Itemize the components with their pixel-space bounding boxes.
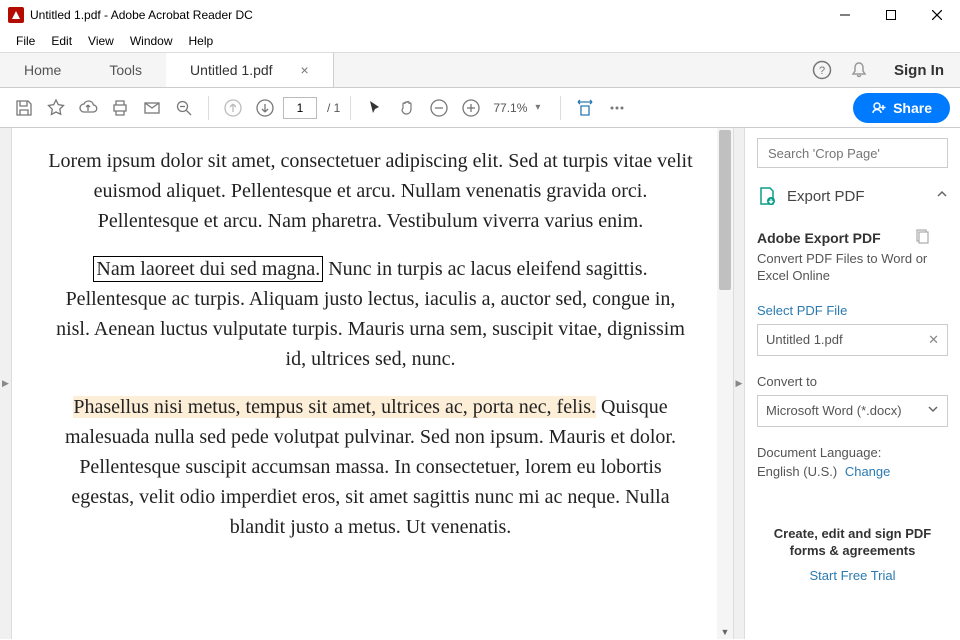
save-icon[interactable] [10,94,38,122]
start-trial-link[interactable]: Start Free Trial [757,568,948,583]
print-icon[interactable] [106,94,134,122]
paragraph-3: Phasellus nisi metus, tempus sit amet, u… [48,392,693,542]
text-box-annotation[interactable]: Nam laoreet dui sed magna. [93,256,323,282]
zoom-out-icon[interactable] [425,94,453,122]
menu-help[interactable]: Help [181,32,222,50]
main-area: ▶ Lorem ipsum dolor sit amet, consectetu… [0,128,960,639]
minimize-button[interactable] [822,0,868,30]
export-pdf-icon [757,186,777,206]
convert-target-value: Microsoft Word (*.docx) [766,403,902,418]
star-icon[interactable] [42,94,70,122]
tab-bar: Home Tools Untitled 1.pdf × ? Sign In [0,52,960,88]
export-pdf-section-header[interactable]: Export PDF [757,186,948,206]
sign-in-button[interactable]: Sign In [886,62,952,79]
title-bar: Untitled 1.pdf - Adobe Acrobat Reader DC [0,0,960,30]
paragraph-2: Nam laoreet dui sed magna. Nunc in turpi… [48,254,693,374]
share-label: Share [893,100,932,116]
hand-tool-icon[interactable] [393,94,421,122]
zoom-in-icon[interactable] [457,94,485,122]
scroll-down-icon[interactable]: ▼ [717,625,733,639]
maximize-button[interactable] [868,0,914,30]
tools-search-input[interactable] [757,138,948,168]
tab-document-label: Untitled 1.pdf [190,62,273,78]
promo-section: Create, edit and sign PDF forms & agreem… [757,525,948,583]
convert-target-dropdown[interactable]: Microsoft Word (*.docx) [757,395,948,427]
share-icon [871,100,887,116]
nav-pane-toggle[interactable]: ▶ [0,128,12,639]
convert-to-label: Convert to [757,374,948,389]
highlight-annotation[interactable]: Phasellus nisi metus, tempus sit amet, u… [73,396,596,418]
zoom-level-label: 77.1% [493,101,527,115]
tools-panel: Export PDF Adobe Export PDF Convert PDF … [745,128,960,639]
mail-icon[interactable] [138,94,166,122]
share-button[interactable]: Share [853,93,950,123]
select-tool-icon[interactable] [361,94,389,122]
scroll-thumb[interactable] [719,130,731,290]
more-tools-icon[interactable] [603,94,631,122]
zoom-dropdown-icon[interactable]: ▾ [535,102,540,113]
page-down-icon[interactable] [251,94,279,122]
page-number-input[interactable] [283,97,317,119]
promo-headline: Create, edit and sign PDF forms & agreem… [757,525,948,560]
menu-file[interactable]: File [8,32,43,50]
cloud-icon[interactable] [74,94,102,122]
page-up-icon[interactable] [219,94,247,122]
tab-document[interactable]: Untitled 1.pdf × [166,53,334,87]
notifications-icon[interactable] [850,61,868,79]
paragraph-1: Lorem ipsum dolor sit amet, consectetuer… [48,146,693,236]
page-total-label: / 1 [327,101,340,115]
acrobat-icon [8,7,24,23]
toolbar: / 1 77.1% ▾ Share [0,88,960,128]
fit-width-icon[interactable] [571,94,599,122]
document-language-value: English (U.S.) [757,464,837,479]
selected-file-name: Untitled 1.pdf [766,332,843,347]
document-page: Lorem ipsum dolor sit amet, consectetuer… [12,128,733,580]
tab-home[interactable]: Home [0,53,85,87]
menu-window[interactable]: Window [122,32,181,50]
clear-file-icon[interactable]: ✕ [928,332,939,348]
menu-edit[interactable]: Edit [43,32,80,50]
vertical-scrollbar[interactable]: ▲ ▼ [717,128,733,639]
select-file-label: Select PDF File [757,303,948,318]
document-language-label: Document Language: [757,445,948,460]
menu-view[interactable]: View [80,32,122,50]
export-pdf-label: Export PDF [787,188,926,205]
find-icon[interactable] [170,94,198,122]
close-button[interactable] [914,0,960,30]
menu-bar: File Edit View Window Help [0,30,960,52]
change-language-link[interactable]: Change [845,464,891,479]
tab-tools[interactable]: Tools [85,53,166,87]
tab-close-icon[interactable]: × [301,62,309,78]
document-stack-icon [914,228,930,249]
window-title: Untitled 1.pdf - Adobe Acrobat Reader DC [30,8,253,22]
document-viewport[interactable]: Lorem ipsum dolor sit amet, consectetuer… [12,128,733,639]
svg-text:?: ? [819,65,825,77]
tools-pane-toggle[interactable]: ▶ [733,128,745,639]
collapse-icon[interactable] [936,187,948,205]
convert-description: Convert PDF Files to Word or Excel Onlin… [757,251,948,285]
chevron-down-icon [927,403,939,418]
selected-file-field[interactable]: Untitled 1.pdf ✕ [757,324,948,356]
help-icon[interactable]: ? [812,60,832,80]
